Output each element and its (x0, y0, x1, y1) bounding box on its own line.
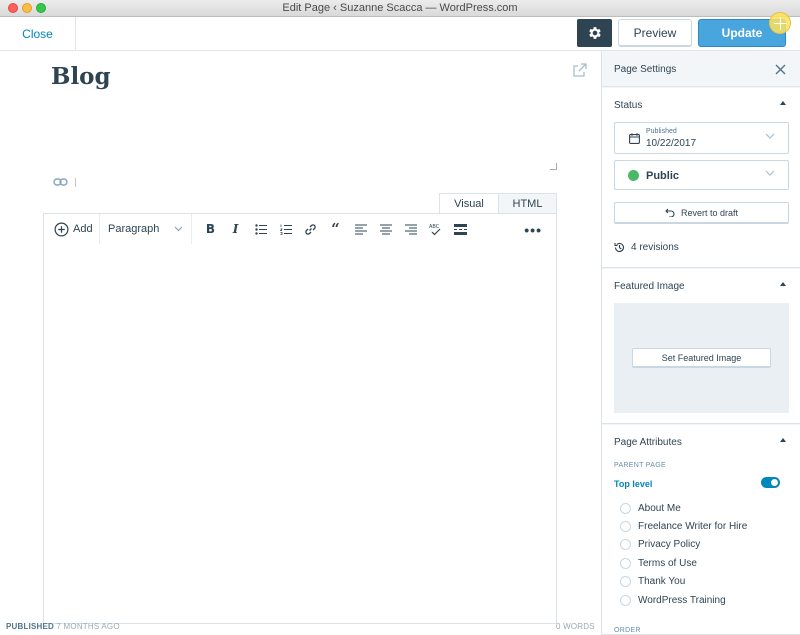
option-label: Freelance Writer for Hire (638, 521, 748, 533)
window-title: Edit Page ‹ Suzanne Scacca — WordPress.c… (282, 2, 518, 14)
quote-icon[interactable]: “ (323, 217, 348, 241)
revert-to-draft-button[interactable]: Revert to draft (614, 202, 789, 224)
text-caret (75, 178, 76, 187)
option-label: Terms of Use (638, 557, 697, 569)
more-options-icon[interactable]: ••• (524, 222, 542, 238)
radio-button[interactable] (620, 502, 631, 514)
align-right-icon[interactable] (398, 217, 423, 241)
publish-date-value: 10/22/2017 (646, 138, 697, 149)
featured-image-section: Featured Image Set Featured Image (602, 269, 800, 424)
permalink-icon[interactable] (53, 177, 68, 187)
history-icon (614, 242, 625, 252)
caret-up-icon[interactable] (780, 101, 786, 105)
status-section: Status Published 10/22/2017 Public Rever… (602, 88, 800, 268)
editor-mode-tabs: Visual HTML (439, 193, 557, 214)
published-ago: 7 MONTHS AGO (56, 622, 120, 631)
option-label: Thank You (638, 576, 686, 588)
revert-label: Revert to draft (680, 207, 739, 218)
top-level-toggle[interactable] (761, 477, 780, 488)
format-value: Paragraph (108, 223, 160, 235)
plus-circle-icon (54, 222, 69, 236)
pointer-highlight (769, 12, 791, 34)
radio-button[interactable] (620, 557, 631, 569)
chevron-down-icon (765, 170, 775, 176)
undo-icon (665, 208, 675, 217)
caret-up-icon[interactable] (780, 438, 786, 442)
status-title[interactable]: Status (614, 100, 642, 111)
bold-icon[interactable]: B (198, 217, 223, 241)
chevron-down-icon (174, 226, 183, 232)
tab-html[interactable]: HTML (499, 193, 557, 214)
align-center-icon[interactable] (373, 217, 398, 241)
external-link-icon[interactable] (573, 63, 587, 77)
chevron-down-icon (765, 133, 775, 139)
preview-button[interactable]: Preview (618, 19, 692, 47)
content-area[interactable] (43, 244, 557, 624)
title-resize-handle[interactable] (550, 163, 557, 170)
word-count: 0 WORDS (556, 622, 595, 631)
sidebar-header: Page Settings (602, 51, 800, 87)
visibility-value: Public (646, 170, 680, 182)
parent-page-option[interactable]: About Me (620, 499, 747, 517)
settings-button[interactable] (577, 19, 612, 47)
paragraph-format-select[interactable]: Paragraph (100, 214, 192, 244)
svg-text:ABC: ABC (429, 224, 440, 230)
spellcheck-icon[interactable]: ABC (423, 217, 448, 241)
tab-visual[interactable]: Visual (439, 193, 499, 214)
page-attributes-title[interactable]: Page Attributes (614, 437, 682, 448)
radio-button[interactable] (620, 521, 631, 533)
visibility-select[interactable]: Public (614, 160, 789, 190)
caret-up-icon[interactable] (780, 282, 786, 286)
revisions-label: 4 revisions (631, 242, 679, 253)
calendar-icon (629, 133, 640, 144)
radio-button[interactable] (620, 576, 631, 588)
add-media-button[interactable]: Add (44, 214, 100, 244)
publish-status: PUBLISHED 7 MONTHS AGO (6, 622, 120, 631)
radio-button[interactable] (620, 594, 631, 606)
option-label: Privacy Policy (638, 539, 701, 551)
featured-image-title[interactable]: Featured Image (614, 281, 685, 292)
parent-page-option[interactable]: Privacy Policy (620, 536, 747, 554)
featured-image-dropzone[interactable]: Set Featured Image (614, 303, 789, 413)
more-tag-icon[interactable] (448, 217, 473, 241)
order-label: ORDER (614, 627, 641, 634)
editor-top-bar: Close Preview Update (0, 17, 800, 51)
status-label: PUBLISHED (6, 622, 55, 631)
top-level-label: Top level (614, 479, 653, 489)
option-label: About Me (638, 502, 681, 514)
bullet-list-icon[interactable] (248, 217, 273, 241)
link-icon[interactable] (298, 217, 323, 241)
page-settings-sidebar: Page Settings Status Published 10/22/201… (601, 51, 800, 635)
set-featured-image-button[interactable]: Set Featured Image (632, 348, 771, 368)
page-attributes-section: Page Attributes PARENT PAGE Top level Ab… (602, 425, 800, 635)
close-icon[interactable] (775, 64, 786, 75)
option-label: WordPress Training (638, 594, 726, 606)
parent-page-option[interactable]: Terms of Use (620, 554, 747, 572)
parent-page-label: PARENT PAGE (614, 462, 666, 469)
align-left-icon[interactable] (348, 217, 373, 241)
editor-toolbar: Add Paragraph B I “ ABC ••• (43, 213, 557, 245)
format-buttons: B I “ ABC (192, 214, 473, 244)
parent-page-option[interactable]: Thank You (620, 573, 747, 591)
numbered-list-icon[interactable] (273, 217, 298, 241)
window-title-bar: Edit Page ‹ Suzanne Scacca — WordPress.c… (0, 0, 800, 17)
gear-icon (588, 27, 601, 39)
italic-icon[interactable]: I (223, 217, 248, 241)
sidebar-title: Page Settings (614, 64, 677, 75)
publish-date-label: Published (646, 128, 677, 135)
publish-date-picker[interactable]: Published 10/22/2017 (614, 122, 789, 154)
parent-page-option[interactable]: Freelance Writer for Hire (620, 517, 747, 535)
add-label: Add (73, 223, 93, 235)
close-button[interactable]: Close (0, 17, 76, 50)
page-title[interactable]: Blog (51, 63, 111, 90)
parent-page-list: About Me Freelance Writer for Hire Priva… (620, 499, 747, 609)
parent-page-option[interactable]: WordPress Training (620, 591, 747, 609)
globe-icon (628, 170, 639, 181)
revisions-link[interactable]: 4 revisions (614, 242, 679, 253)
radio-button[interactable] (620, 539, 631, 551)
